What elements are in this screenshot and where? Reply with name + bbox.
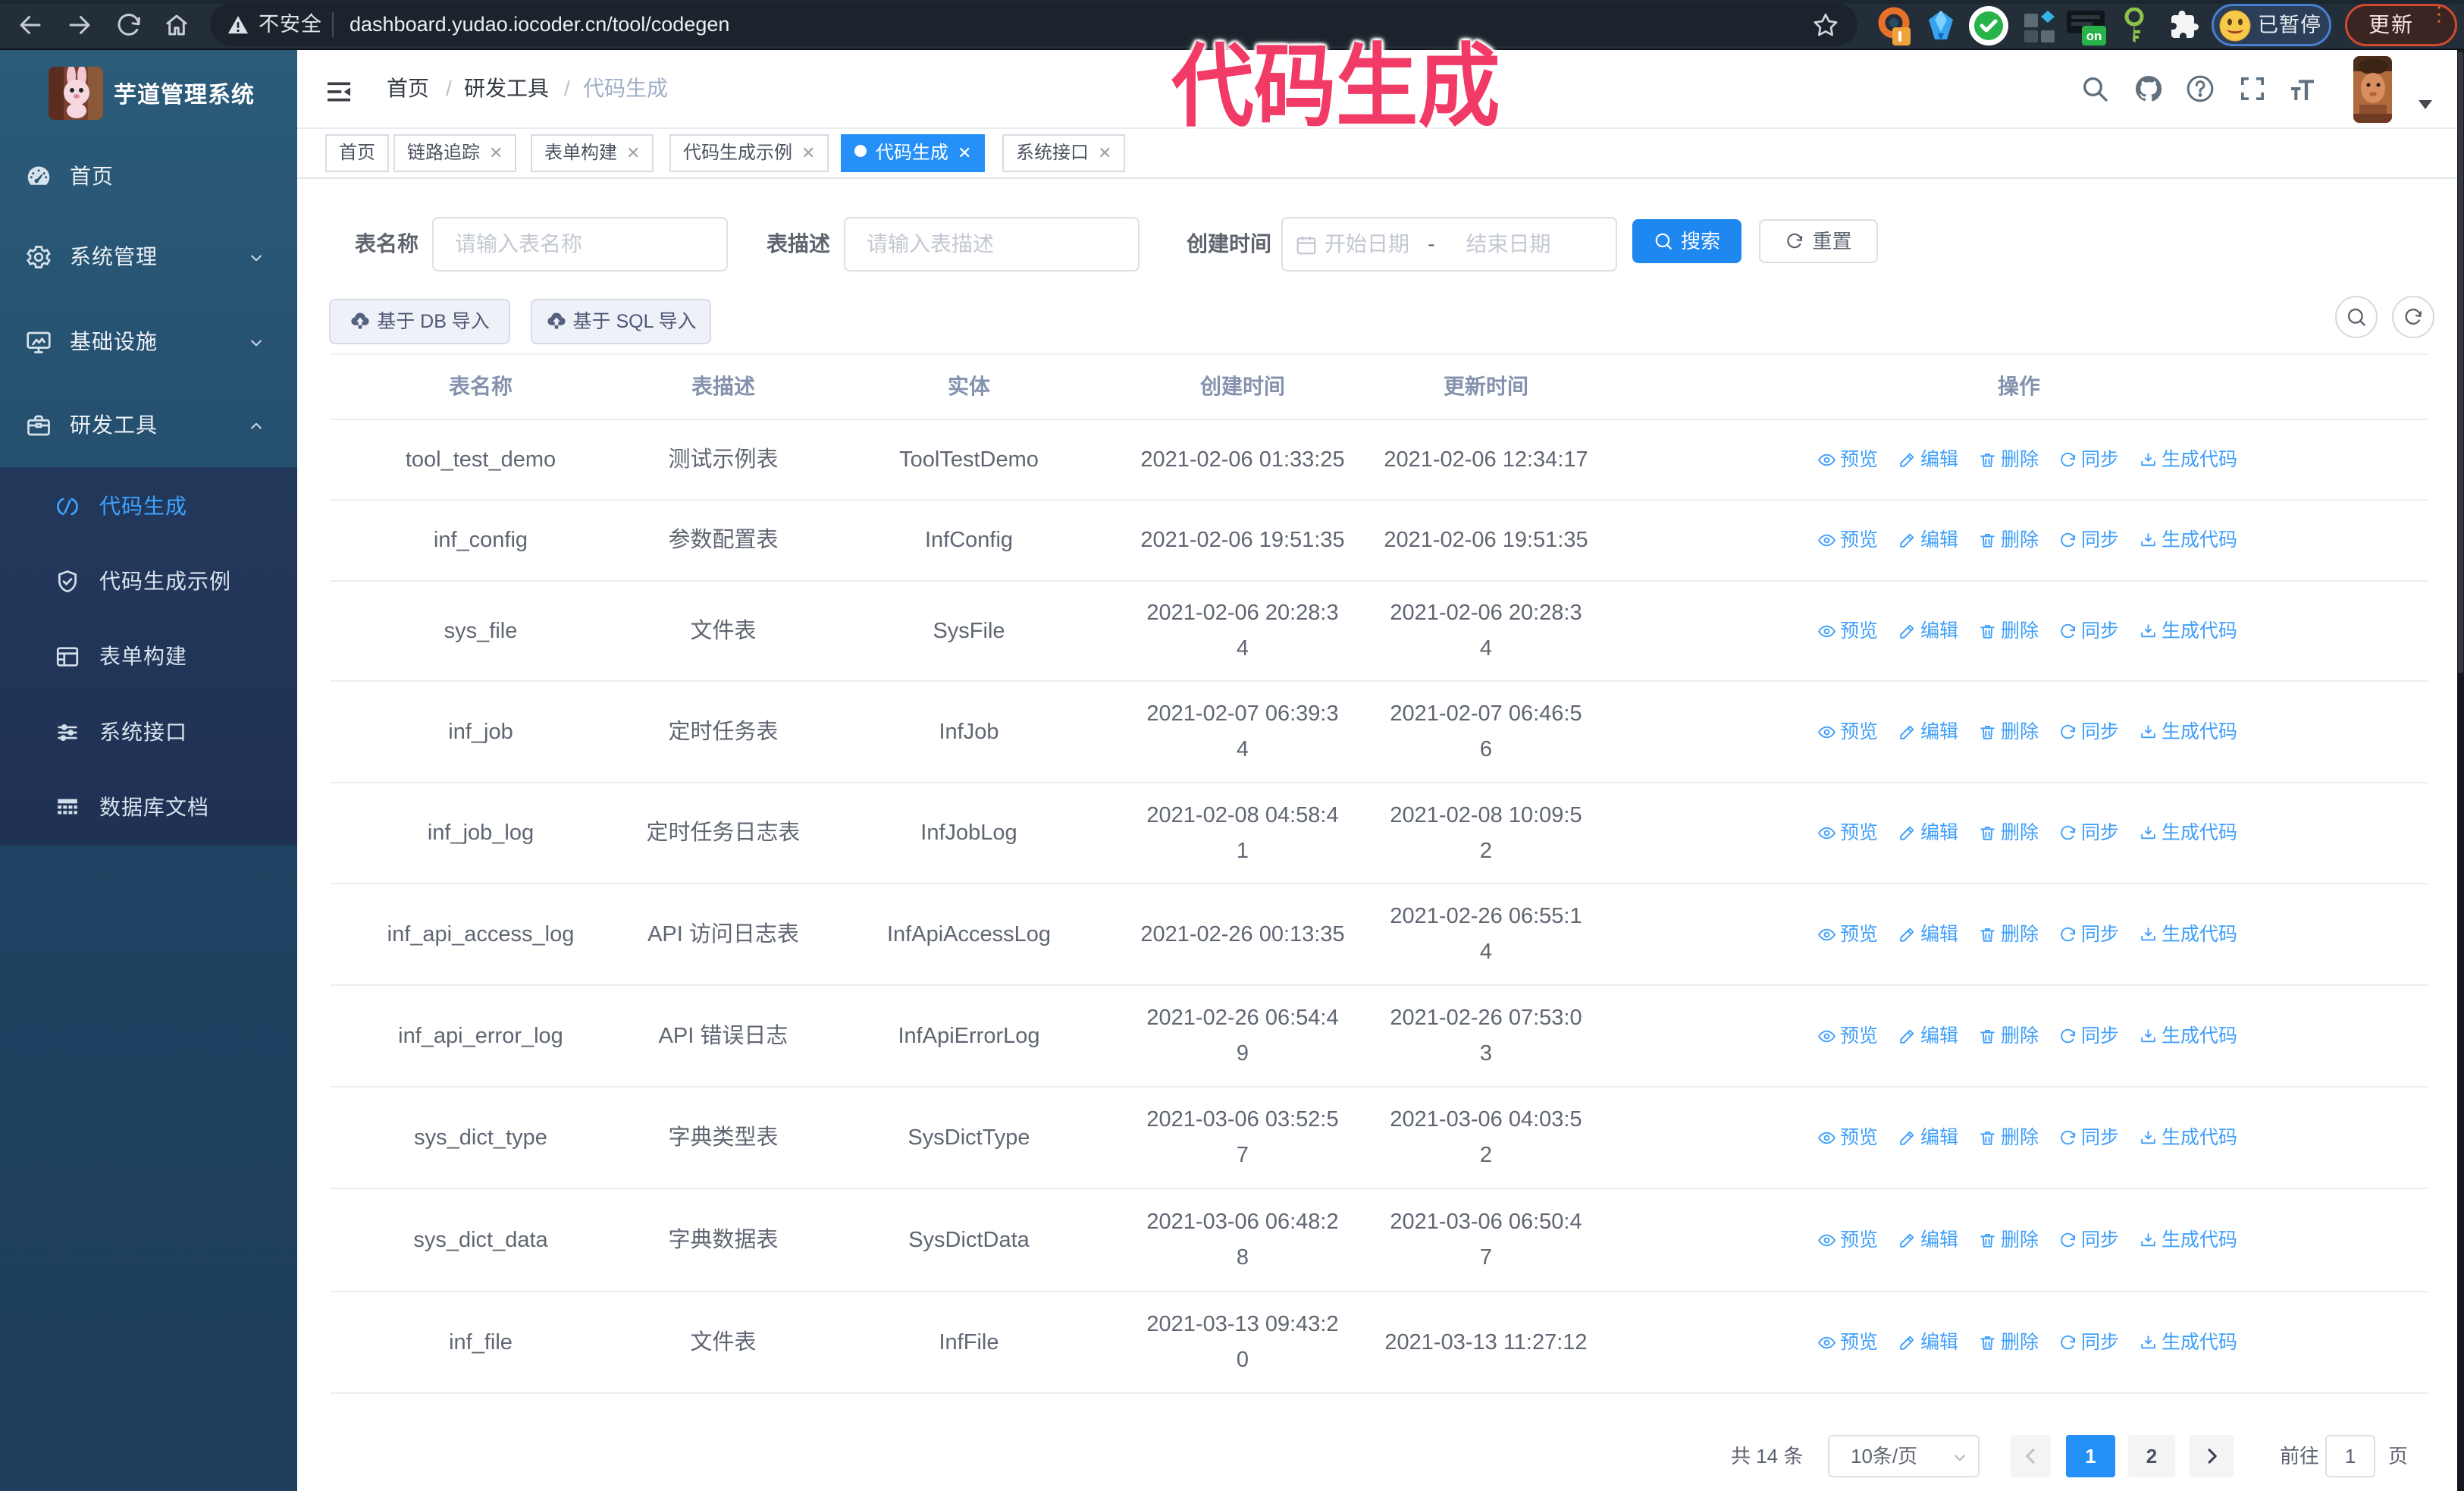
svg-text:on: on xyxy=(2086,29,2102,43)
